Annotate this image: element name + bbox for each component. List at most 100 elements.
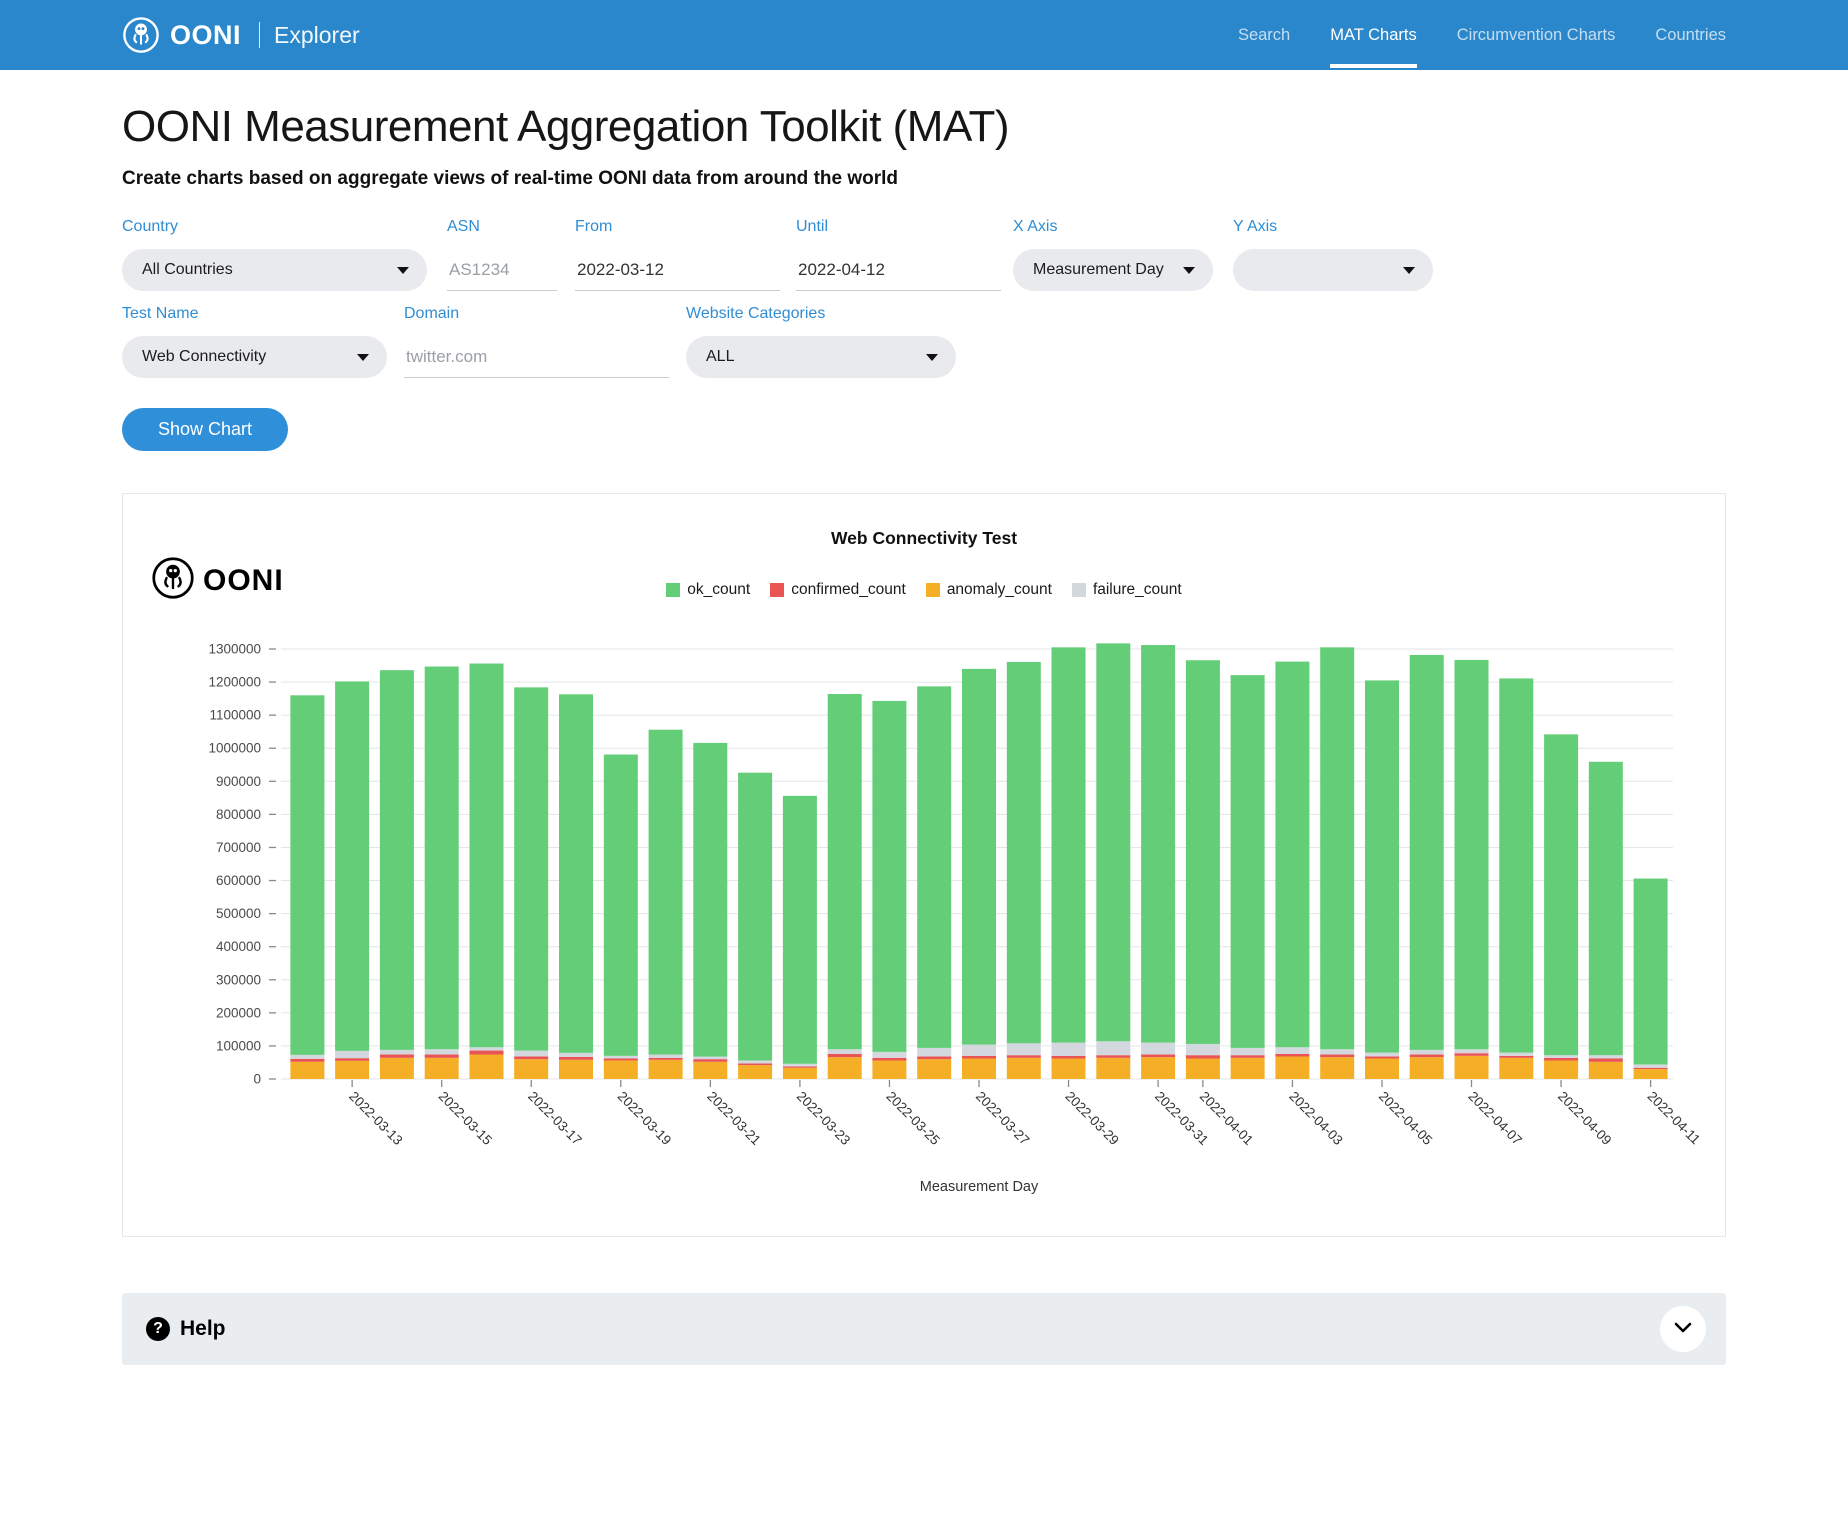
bar-segment-failure_count: [693, 1057, 727, 1060]
bar-segment-confirmed_count: [514, 1057, 548, 1060]
bar[interactable]: [1096, 643, 1130, 1079]
website-categories-select[interactable]: ALL: [686, 336, 956, 378]
bar-segment-failure_count: [335, 1051, 369, 1058]
bar[interactable]: [1589, 762, 1623, 1079]
axis-tick-label: 2022-03-17: [525, 1089, 584, 1148]
nav-item-mat-charts[interactable]: MAT Charts: [1330, 3, 1417, 68]
help-expand-button[interactable]: [1660, 1306, 1706, 1352]
bar[interactable]: [828, 694, 862, 1079]
bar-segment-confirmed_count: [1365, 1057, 1399, 1059]
y-axis-select[interactable]: [1233, 249, 1433, 291]
axis-tick-label: 2022-03-19: [615, 1089, 674, 1148]
legend-label: ok_count: [687, 581, 750, 599]
legend-item: anomaly_count: [926, 581, 1052, 599]
country-label: Country: [122, 218, 427, 236]
bar-segment-confirmed_count: [1320, 1055, 1354, 1058]
bar[interactable]: [604, 755, 638, 1079]
show-chart-button[interactable]: Show Chart: [122, 408, 288, 451]
bar-segment-failure_count: [1231, 1048, 1265, 1055]
bar[interactable]: [380, 670, 414, 1079]
bar-segment-ok_count: [917, 686, 951, 1048]
from-date-input[interactable]: [575, 249, 780, 291]
bar-segment-confirmed_count: [962, 1056, 996, 1059]
brand-name: OONI: [170, 20, 241, 51]
asn-input[interactable]: [447, 249, 557, 291]
bar[interactable]: [1275, 662, 1309, 1079]
bar-segment-ok_count: [1634, 879, 1668, 1065]
bar-segment-anomaly_count: [559, 1060, 593, 1079]
test-name-select[interactable]: Web Connectivity: [122, 336, 387, 378]
bar-segment-confirmed_count: [1007, 1055, 1041, 1058]
bar-segment-confirmed_count: [425, 1055, 459, 1058]
bar[interactable]: [738, 773, 772, 1079]
bar[interactable]: [425, 667, 459, 1079]
legend-swatch-icon: [1072, 583, 1086, 597]
bar-segment-ok_count: [380, 670, 414, 1050]
until-date-input[interactable]: [796, 249, 1001, 291]
bar[interactable]: [783, 796, 817, 1079]
bar-segment-anomaly_count: [470, 1055, 504, 1079]
nav-item-countries[interactable]: Countries: [1655, 3, 1726, 68]
axis-tick-label: 2022-03-23: [794, 1089, 853, 1148]
bar[interactable]: [1499, 678, 1533, 1079]
bar-segment-ok_count: [1231, 675, 1265, 1048]
bar-segment-anomaly_count: [962, 1058, 996, 1079]
bar-segment-failure_count: [290, 1055, 324, 1059]
bar[interactable]: [1544, 734, 1578, 1079]
bar[interactable]: [470, 664, 504, 1079]
bar-segment-failure_count: [962, 1045, 996, 1056]
bar[interactable]: [559, 694, 593, 1079]
bar[interactable]: [1410, 655, 1444, 1079]
nav-item-search[interactable]: Search: [1238, 3, 1290, 68]
bar[interactable]: [1141, 645, 1175, 1079]
bar[interactable]: [1455, 660, 1489, 1079]
chevron-down-icon: [357, 354, 369, 361]
stacked-bar-chart-svg: 0100000200000300000400000500000600000700…: [135, 627, 1715, 1205]
bar-segment-confirmed_count: [1275, 1054, 1309, 1057]
bar-segment-failure_count: [559, 1053, 593, 1057]
bar-segment-confirmed_count: [380, 1055, 414, 1058]
nav-item-circumvention-charts[interactable]: Circumvention Charts: [1457, 3, 1616, 68]
bar-segment-anomaly_count: [1007, 1058, 1041, 1079]
legend-label: confirmed_count: [791, 581, 906, 599]
bar[interactable]: [872, 701, 906, 1079]
x-axis-select[interactable]: Measurement Day: [1013, 249, 1213, 291]
country-select[interactable]: All Countries: [122, 249, 427, 291]
bar[interactable]: [335, 681, 369, 1079]
domain-input[interactable]: [404, 336, 669, 378]
bar[interactable]: [514, 687, 548, 1079]
bar-segment-confirmed_count: [335, 1058, 369, 1061]
axis-tick-label: 300000: [216, 972, 261, 987]
bar[interactable]: [649, 730, 683, 1079]
from-label: From: [575, 218, 780, 236]
axis-tick-label: 600000: [216, 873, 261, 888]
bar-segment-failure_count: [1544, 1055, 1578, 1058]
bar-segment-failure_count: [872, 1052, 906, 1058]
legend-item: ok_count: [666, 581, 750, 599]
bar-segment-ok_count: [1499, 678, 1533, 1052]
bar[interactable]: [1634, 879, 1668, 1079]
bar[interactable]: [1052, 647, 1086, 1079]
bar[interactable]: [1007, 662, 1041, 1079]
bar-segment-confirmed_count: [559, 1057, 593, 1060]
bar[interactable]: [962, 669, 996, 1079]
axis-tick-label: 200000: [216, 1005, 261, 1020]
bar-segment-confirmed_count: [872, 1058, 906, 1061]
bar[interactable]: [1320, 647, 1354, 1079]
bar[interactable]: [290, 695, 324, 1079]
bar-segment-anomaly_count: [1589, 1062, 1623, 1079]
help-label: Help: [180, 1317, 226, 1341]
bar-segment-ok_count: [1096, 643, 1130, 1041]
bar[interactable]: [917, 686, 951, 1079]
bar-segment-ok_count: [828, 694, 862, 1049]
bar[interactable]: [1186, 660, 1220, 1079]
axis-tick-label: 1200000: [208, 675, 261, 690]
brand[interactable]: OONI Explorer: [122, 16, 360, 54]
bar-segment-failure_count: [1007, 1043, 1041, 1055]
ooni-chart-logo: OONI: [151, 556, 284, 605]
bar[interactable]: [1365, 680, 1399, 1079]
bar-segment-anomaly_count: [1275, 1057, 1309, 1079]
bar[interactable]: [1231, 675, 1265, 1079]
bar-segment-anomaly_count: [1455, 1056, 1489, 1079]
bar[interactable]: [693, 743, 727, 1079]
